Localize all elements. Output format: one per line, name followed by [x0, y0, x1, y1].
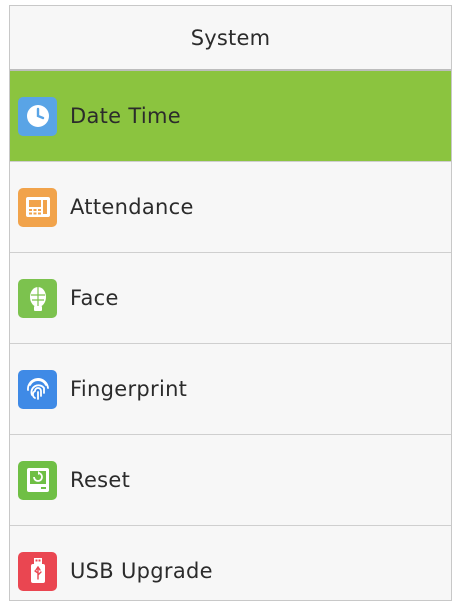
menu-item-label: Reset [70, 468, 131, 492]
menu-item-reset[interactable]: Reset [10, 435, 451, 526]
clock-icon [18, 96, 57, 136]
menu-item-label: Attendance [70, 195, 194, 219]
menu-item-face[interactable]: Face [10, 253, 451, 344]
menu-item-label: Face [70, 286, 119, 310]
menu-item-usb-upgrade[interactable]: USB Upgrade [10, 526, 451, 600]
system-menu-screen: System Date Time Attendance Face Fingerp… [9, 5, 452, 601]
system-menu-list: Date Time Attendance Face Fingerprint Re… [10, 71, 451, 600]
page-title: System [190, 25, 271, 50]
header-bar: System [10, 6, 451, 71]
menu-item-date-time[interactable]: Date Time [10, 71, 451, 162]
menu-item-label: USB Upgrade [70, 559, 213, 583]
attendance-terminal-icon [18, 187, 57, 227]
menu-item-label: Date Time [70, 104, 181, 128]
menu-item-fingerprint[interactable]: Fingerprint [10, 344, 451, 435]
usb-icon [18, 551, 57, 591]
menu-item-attendance[interactable]: Attendance [10, 162, 451, 253]
menu-item-label: Fingerprint [70, 377, 188, 401]
reset-icon [18, 460, 57, 500]
face-icon [18, 278, 57, 318]
fingerprint-icon [18, 369, 57, 409]
